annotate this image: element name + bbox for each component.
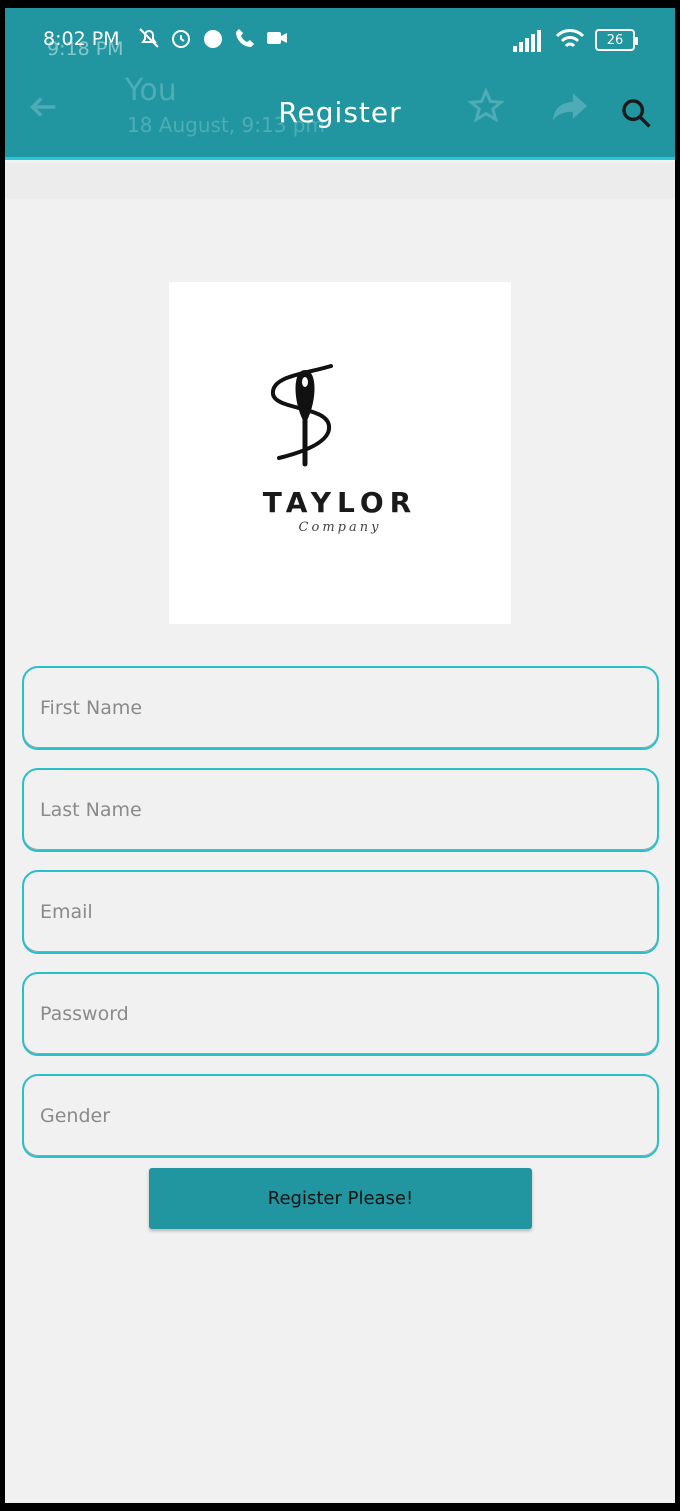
needle-logo-icon xyxy=(271,364,333,467)
last-name-field[interactable] xyxy=(22,768,659,852)
logo-name: TAYLOR xyxy=(262,486,418,519)
logo-subtitle: Company xyxy=(298,520,382,535)
page-title: Register xyxy=(278,96,402,129)
email-input[interactable] xyxy=(24,872,657,952)
last-name-input[interactable] xyxy=(24,770,657,850)
toolbar-strip xyxy=(5,163,675,199)
password-field[interactable] xyxy=(22,972,659,1056)
gender-input[interactable] xyxy=(24,1076,657,1156)
register-button[interactable]: Register Please! xyxy=(149,1168,532,1229)
first-name-input[interactable] xyxy=(24,668,657,748)
search-icon[interactable] xyxy=(619,96,653,130)
email-field[interactable] xyxy=(22,870,659,954)
logo-card: TAYLOR Company xyxy=(169,282,511,624)
password-input[interactable] xyxy=(24,974,657,1054)
ghost-overlay: You 18 August, 9:13 pm xyxy=(5,8,675,157)
app-bar: 9:18 PM 8:02 PM 26 You 18 August, 9:13 p… xyxy=(5,8,675,160)
register-screen: 9:18 PM 8:02 PM 26 You 18 August, 9:13 p… xyxy=(5,8,675,1503)
first-name-field[interactable] xyxy=(22,666,659,750)
gender-field[interactable] xyxy=(22,1074,659,1158)
